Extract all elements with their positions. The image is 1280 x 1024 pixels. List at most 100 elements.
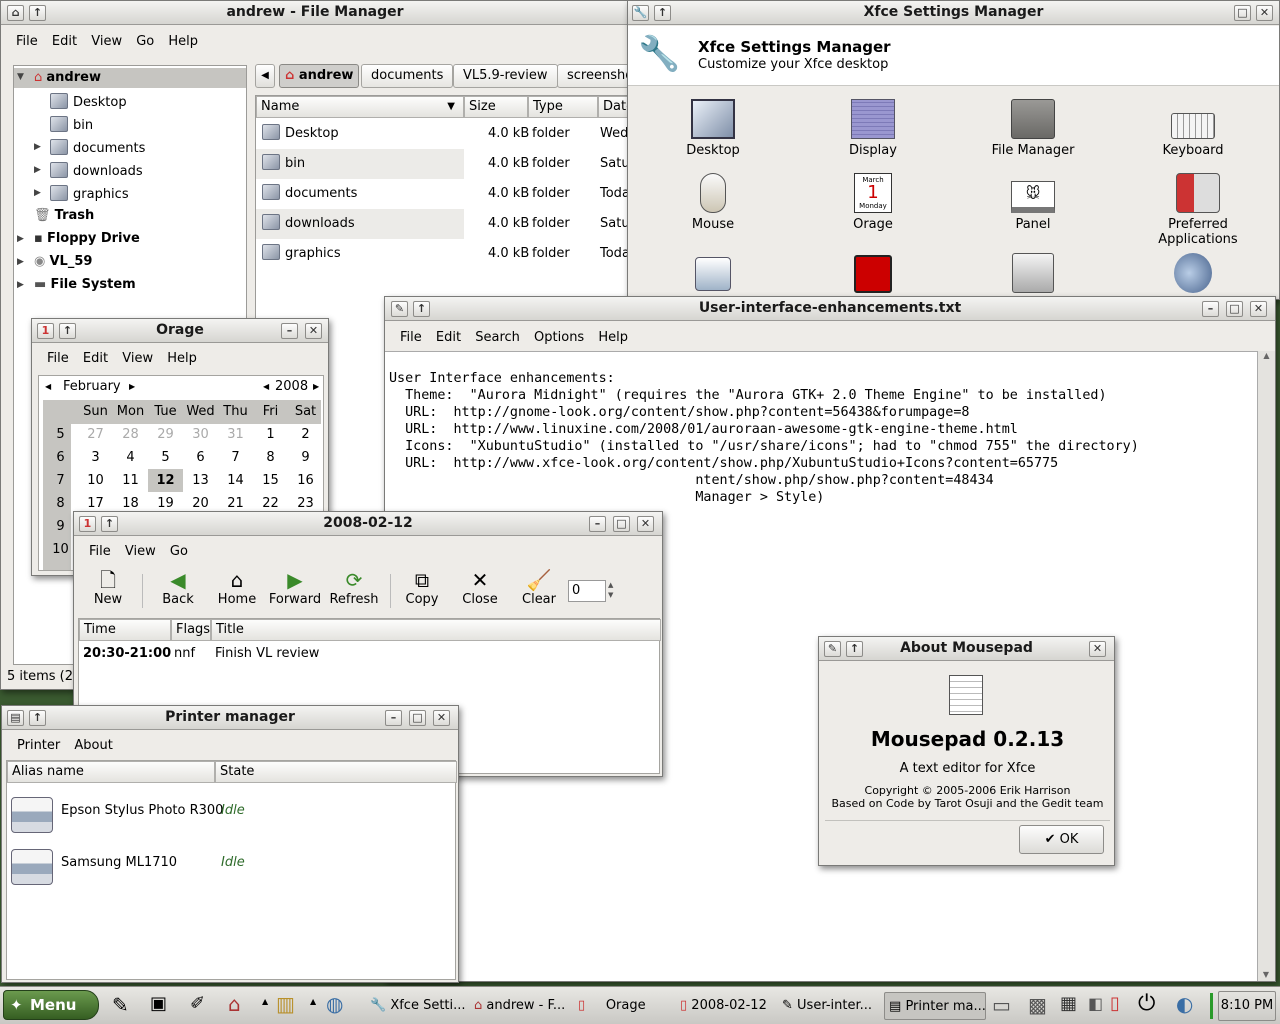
graphics-launcher-icon[interactable]: ✎ [112, 993, 129, 1017]
printer-name[interactable]: Epson Stylus Photo R300 [61, 803, 223, 818]
menu-button[interactable]: ✦ Menu [3, 990, 99, 1020]
column-title[interactable]: Title [211, 619, 661, 641]
day-titlebar[interactable]: 1 ↑ 2008-02-12 – □ ✕ [74, 512, 662, 536]
path-button-review[interactable]: VL5.9-review [453, 64, 558, 88]
maximize-icon[interactable]: □ [409, 710, 426, 726]
home-button[interactable]: ⌂ Home [214, 568, 260, 607]
printer-settings-icon[interactable] [695, 257, 731, 291]
tree-item-trash[interactable]: 🗑 Trash [34, 208, 94, 223]
column-alias-name[interactable]: Alias name [7, 761, 215, 783]
maximize-icon[interactable]: □ [613, 516, 630, 532]
file-cabinet-icon[interactable]: ▥ [276, 992, 295, 1016]
scroll-left-icon[interactable]: ◀ [255, 64, 275, 88]
minimize-icon[interactable]: – [281, 323, 298, 339]
ok-button[interactable]: ✔ OK [1019, 825, 1104, 854]
event-time[interactable]: 20:30-21:00 [83, 646, 171, 661]
days-spin-input[interactable]: 0 [568, 580, 606, 602]
firewall-icon[interactable] [854, 255, 892, 293]
tree-item-vl59[interactable]: ◉ VL_59 [34, 254, 92, 269]
event-title[interactable]: Finish VL review [215, 646, 319, 661]
expand-icon[interactable]: ▶ [34, 142, 41, 152]
workspace-switcher-icon[interactable]: ▦ [1060, 993, 1077, 1014]
launcher-arrow-icon[interactable]: ▲ [262, 997, 268, 1006]
menu-file[interactable]: File [84, 539, 116, 559]
minimize-icon[interactable]: – [589, 516, 606, 532]
today-cell[interactable]: 12 [148, 469, 183, 492]
tree-item-documents[interactable]: documents [50, 139, 145, 156]
printer-icon[interactable]: ▤ [7, 710, 24, 726]
shade-icon[interactable]: ↑ [846, 641, 863, 657]
task-orage[interactable]: ▯ Orage [574, 992, 676, 1020]
tree-item-filesystem[interactable]: ▬ File System [34, 277, 136, 292]
volume-icon[interactable]: ◐ [1176, 992, 1193, 1016]
menu-edit[interactable]: Edit [47, 29, 82, 49]
expand-icon[interactable]: ▼ [17, 72, 24, 82]
expand-icon[interactable]: ▶ [34, 165, 41, 175]
menu-printer[interactable]: Printer [12, 733, 65, 753]
minimize-icon[interactable]: – [385, 710, 402, 726]
vertical-scrollbar[interactable]: ▲ ▼ [1257, 351, 1275, 981]
close-button[interactable]: ✕ Close [458, 568, 502, 607]
orage-icon[interactable]: 1 [79, 516, 96, 532]
drive-icon[interactable]: ▭ [992, 993, 1011, 1017]
tree-item-graphics[interactable]: graphics [50, 185, 129, 202]
new-button[interactable]: 🗋 New [88, 568, 128, 607]
orage-titlebar[interactable]: 1 ↑ Orage – ✕ [32, 319, 328, 343]
settings-item-keyboard[interactable]: Keyboard [1133, 99, 1253, 158]
menu-view[interactable]: View [86, 29, 127, 49]
column-time[interactable]: Time [79, 619, 171, 641]
menu-about[interactable]: About [69, 733, 117, 753]
menu-search[interactable]: Search [470, 325, 525, 345]
mousepad-titlebar[interactable]: ✎ ↑ User-interface-enhancements.txt – □ … [385, 297, 1275, 321]
scroll-down-icon[interactable]: ▼ [1258, 970, 1274, 979]
printer-titlebar[interactable]: ▤ ↑ Printer manager – □ ✕ [2, 706, 458, 730]
copy-button[interactable]: ⧉ Copy [402, 568, 442, 607]
close-icon[interactable]: ✕ [305, 323, 322, 339]
menu-file[interactable]: File [11, 29, 43, 49]
path-button-screenshots[interactable]: screensho [557, 64, 629, 88]
settings-item-display[interactable]: Display [813, 99, 933, 158]
settings-item-desktop[interactable]: Desktop [653, 99, 773, 158]
settings-manager-window[interactable]: 🔧 ↑ Xfce Settings Manager □ ✕ 🔧 Xfce Set… [627, 0, 1280, 300]
menu-edit[interactable]: Edit [78, 346, 113, 366]
terminal-icon[interactable]: ▣ [150, 993, 167, 1014]
about-dialog[interactable]: ✎ ↑ About Mousepad ✕ Mousepad 0.2.13 A t… [818, 636, 1115, 866]
settings-titlebar[interactable]: 🔧 ↑ Xfce Settings Manager □ ✕ [628, 1, 1279, 25]
close-icon[interactable]: ✕ [1256, 5, 1273, 21]
menu-go[interactable]: Go [165, 539, 193, 559]
menu-file[interactable]: File [42, 346, 74, 366]
launcher-arrow-icon[interactable]: ▲ [310, 997, 316, 1006]
shade-icon[interactable]: ↑ [101, 516, 118, 532]
menu-help[interactable]: Help [593, 325, 633, 345]
path-button-andrew[interactable]: ⌂ andrew [279, 64, 360, 88]
scroll-up-icon[interactable]: ▲ [1258, 351, 1275, 360]
maximize-icon[interactable]: □ [1226, 301, 1243, 317]
settings-item-file-manager[interactable]: File Manager [973, 99, 1093, 158]
menu-edit[interactable]: Edit [431, 325, 466, 345]
table-row[interactable]: graphics 4.0 kB folder Toda [256, 239, 629, 269]
next-year-icon[interactable]: ▶ [313, 376, 319, 398]
minimize-icon[interactable]: – [1202, 301, 1219, 317]
network-icon[interactable]: ▩ [1028, 993, 1047, 1017]
tree-item-floppy[interactable]: ▪ Floppy Drive [34, 231, 140, 246]
printer-list[interactable]: Alias name State Epson Stylus Photo R300… [6, 760, 457, 980]
about-titlebar[interactable]: ✎ ↑ About Mousepad ✕ [819, 637, 1114, 661]
settings-item-panel[interactable]: 🐭 Panel [973, 173, 1093, 232]
column-flags[interactable]: Flags [171, 619, 211, 641]
settings-item-mouse[interactable]: Mouse [653, 173, 773, 232]
task-settings[interactable]: 🔧 Xfce Setti... [366, 992, 470, 1020]
expand-icon[interactable]: ▶ [17, 280, 24, 290]
table-row[interactable]: Desktop 4.0 kB folder Wed [256, 119, 629, 149]
power-icon[interactable]: ⏻ [1138, 991, 1155, 1016]
printer-manager-window[interactable]: ▤ ↑ Printer manager – □ ✕ Printer About … [1, 705, 459, 983]
menu-file[interactable]: File [395, 325, 427, 345]
wrench-icon[interactable]: 🔧 [632, 5, 649, 21]
task-day-window[interactable]: ▯ 2008-02-12 [676, 992, 778, 1020]
column-name[interactable]: Name ▼ [256, 96, 464, 118]
refresh-button[interactable]: ⟳ Refresh [326, 568, 382, 607]
close-icon[interactable]: ✕ [433, 710, 450, 726]
forward-button[interactable]: ▶ Forward [268, 568, 322, 607]
home-folder-icon[interactable]: ⌂ [228, 992, 241, 1016]
maximize-icon[interactable]: □ [1234, 5, 1251, 21]
file-manager-titlebar[interactable]: ⌂ ↑ andrew - File Manager [1, 1, 629, 25]
